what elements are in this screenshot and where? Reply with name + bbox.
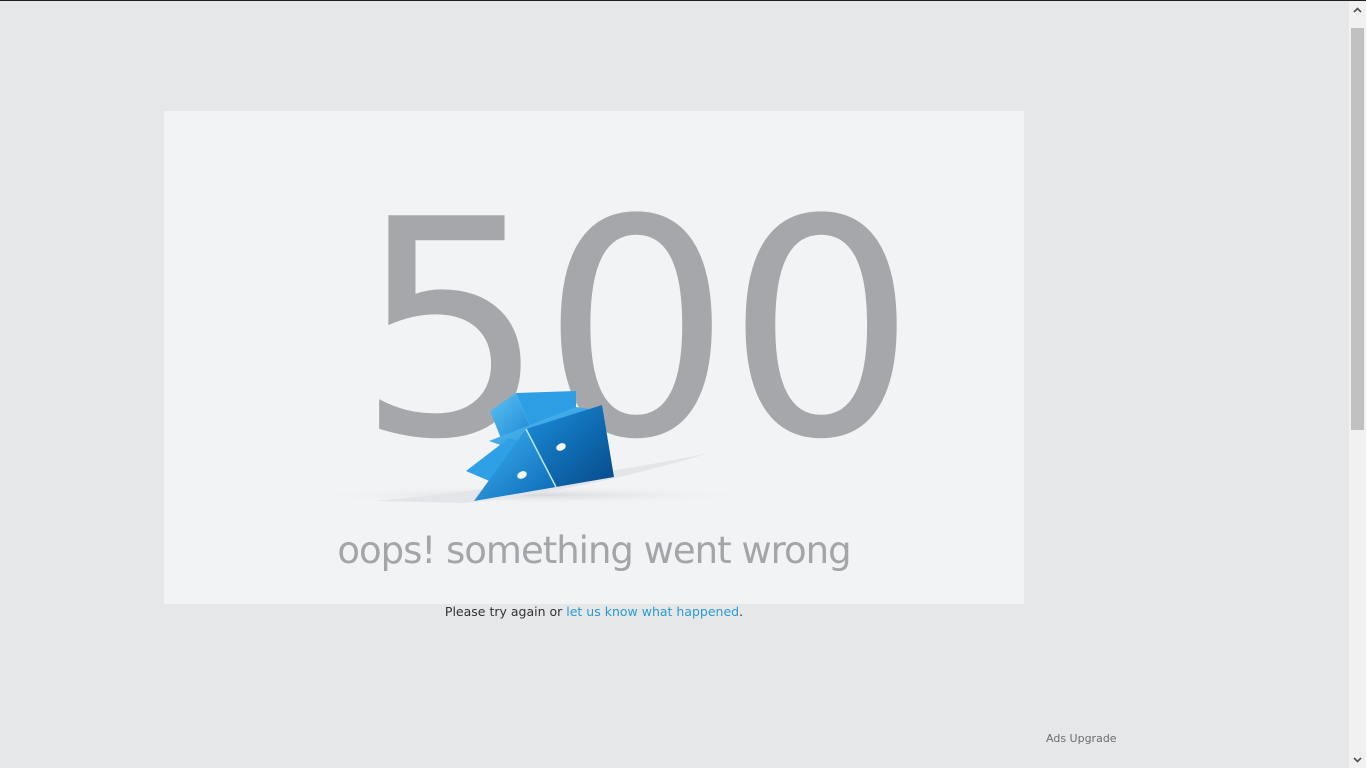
chevron-up-icon <box>1353 6 1362 13</box>
error-illustration: 500 <box>304 156 917 505</box>
report-problem-link[interactable]: let us know what happened <box>566 604 739 619</box>
ads-upgrade-link[interactable]: Ads Upgrade <box>1046 732 1117 745</box>
help-suffix: . <box>739 604 744 619</box>
error-code: 500 <box>356 156 911 505</box>
help-prefix: Please try again or <box>444 604 567 619</box>
scrollbar-thumb[interactable] <box>1351 28 1364 430</box>
scroll-down-button[interactable] <box>1349 751 1366 768</box>
error-card: 500 oops! something went wrong <box>164 111 1024 604</box>
help-text: Please try again or let us know what hap… <box>164 604 1024 619</box>
scroll-up-button[interactable] <box>1349 1 1366 18</box>
page-content: 500 oops! something went wrong Please tr… <box>0 1 1349 768</box>
vertical-scrollbar[interactable] <box>1349 1 1366 768</box>
chevron-down-icon <box>1353 756 1362 763</box>
error-message: oops! something went wrong <box>337 529 851 572</box>
